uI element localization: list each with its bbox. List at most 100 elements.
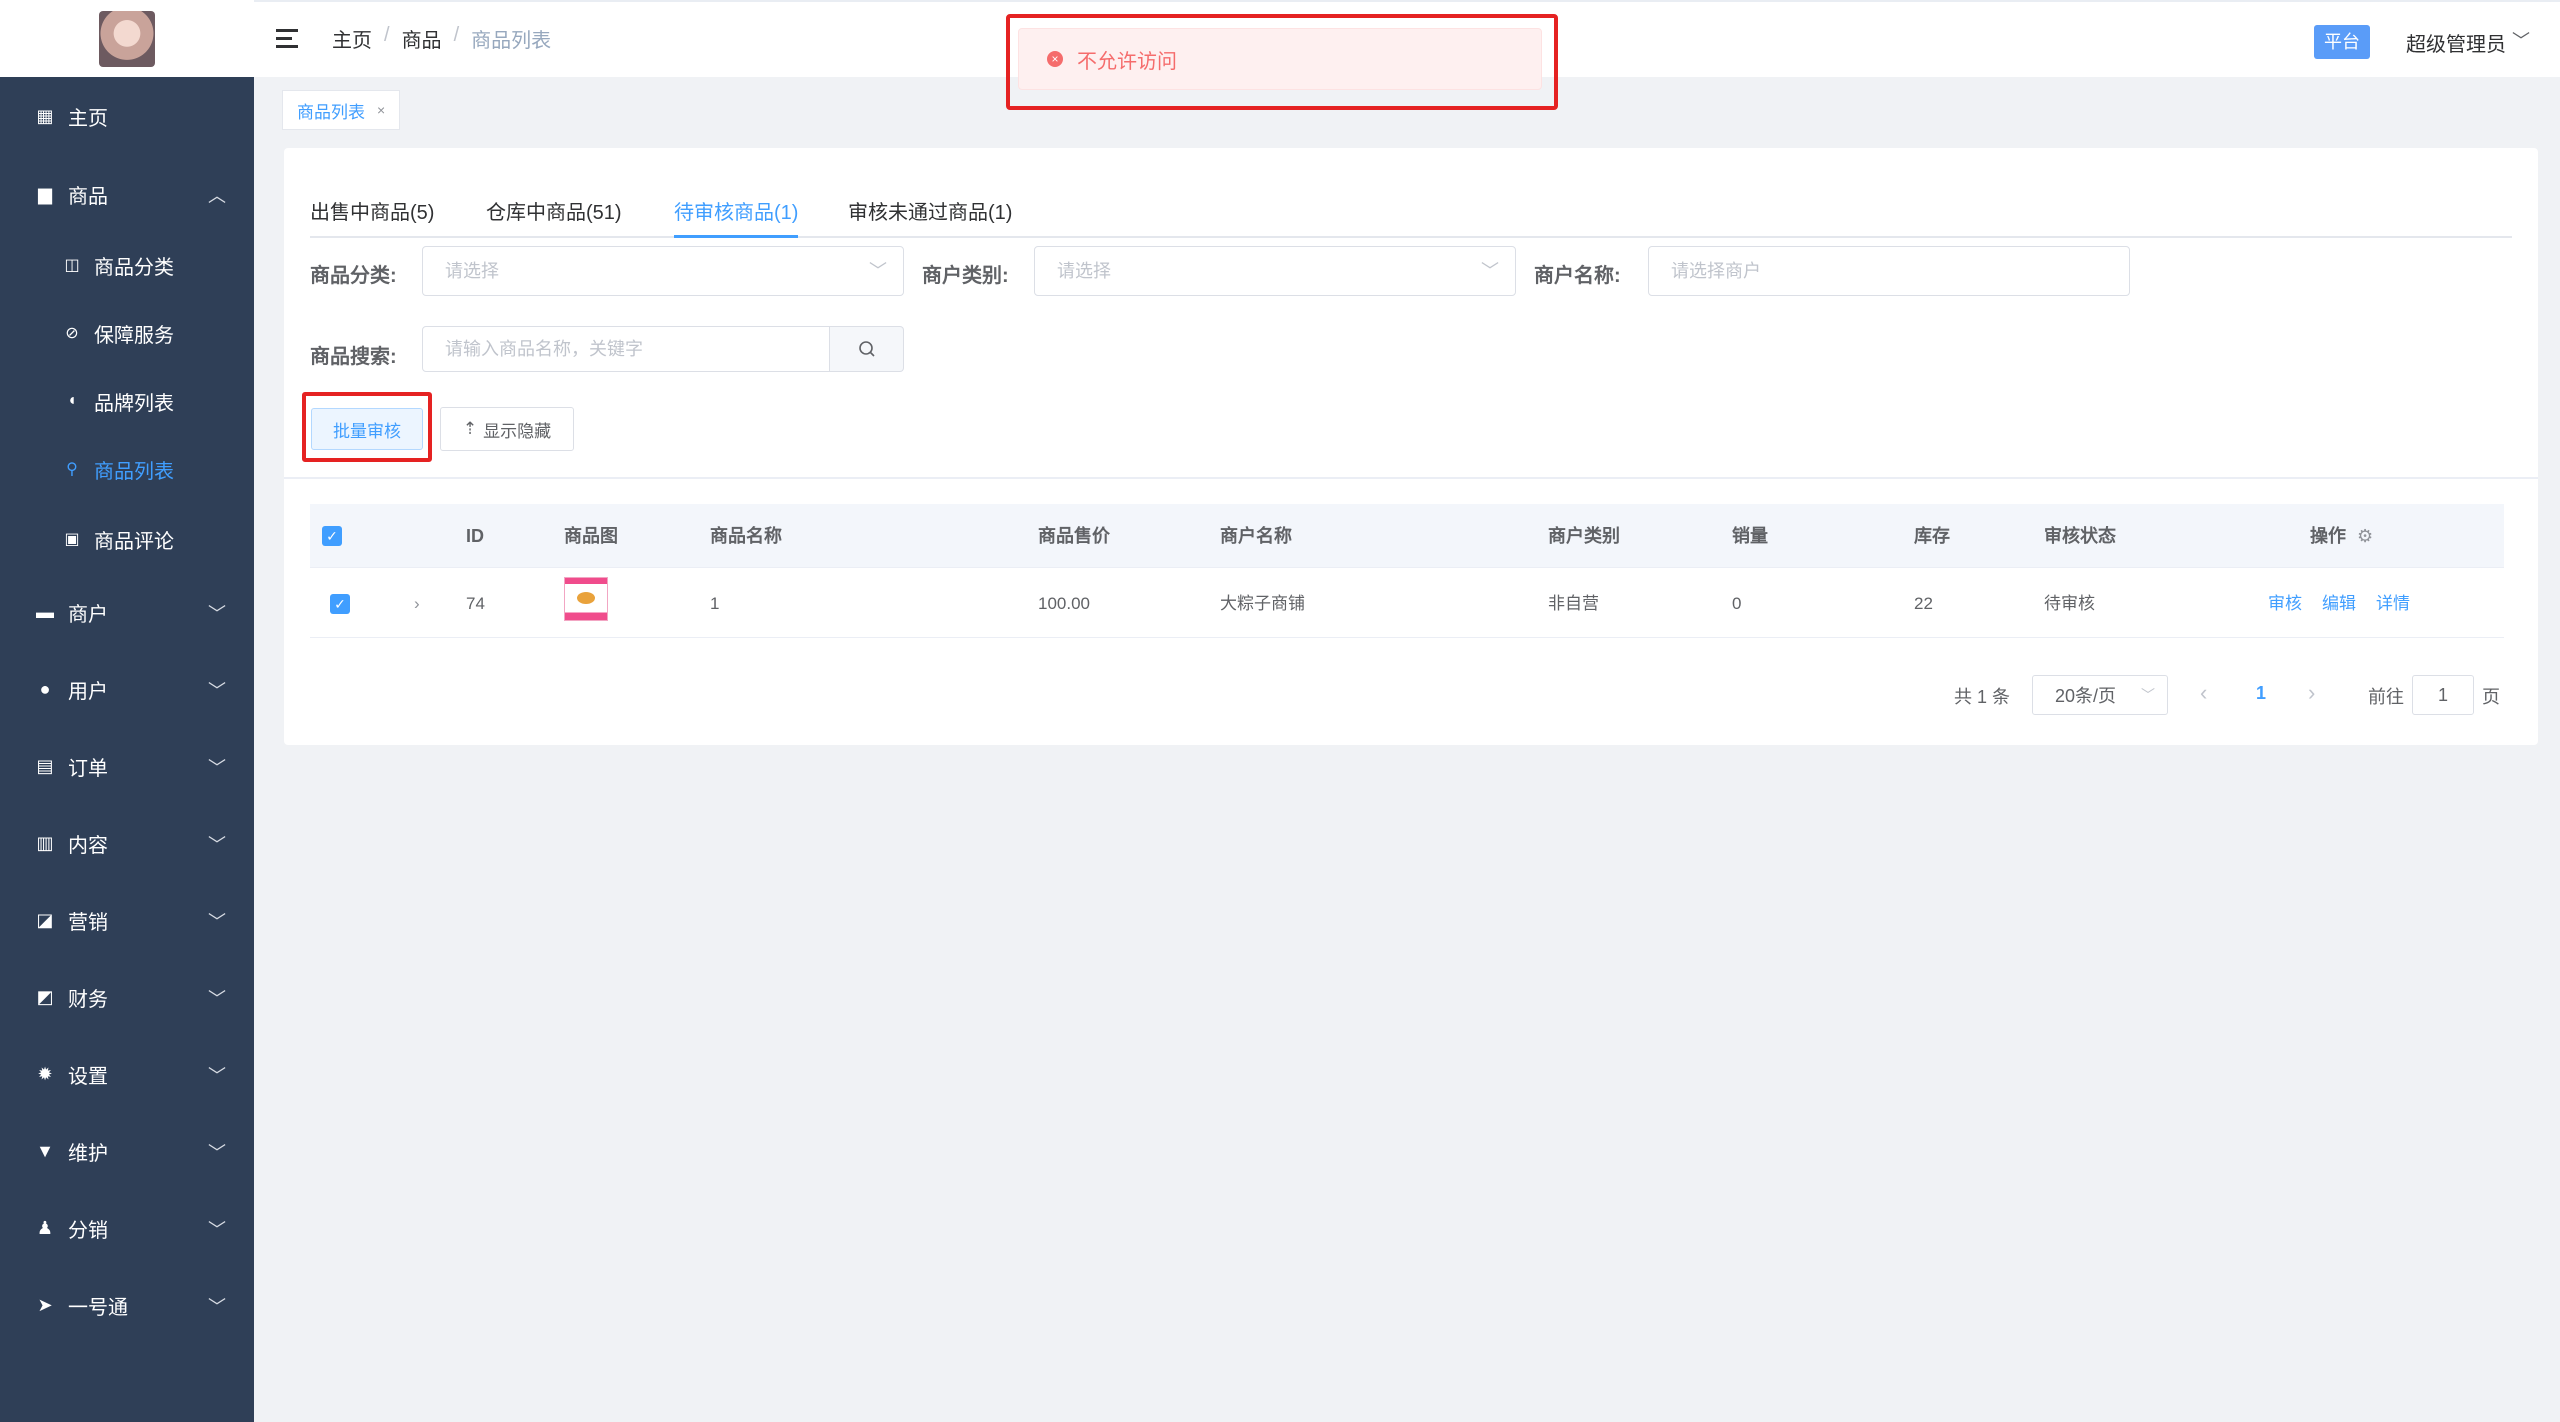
product-image[interactable] xyxy=(564,577,608,621)
search-input[interactable]: 请输入商品名称，关键字 xyxy=(422,326,830,372)
sidebar-item-user[interactable]: ● 用户 ﹀ xyxy=(0,655,254,723)
next-page-icon[interactable]: › xyxy=(2308,680,2315,706)
toggle-hidden-button[interactable]: ⇡ 显示隐藏 xyxy=(440,407,574,451)
sidebar-subitem-guarantee[interactable]: ⊘ 保障服务 xyxy=(0,300,254,366)
page-size-value: 20条/页 xyxy=(2055,686,2117,706)
chevron-down-icon: ﹀ xyxy=(869,261,887,281)
wallet-icon: ◩ xyxy=(36,986,54,1007)
column-header: ID xyxy=(466,526,484,546)
sidebar-item-merchant[interactable]: ▬ 商户 ﹀ xyxy=(0,578,254,646)
sidebar-item-yihaotong[interactable]: ➤ 一号通 ﹀ xyxy=(0,1271,254,1339)
search-icon xyxy=(858,341,875,357)
breadcrumb-product[interactable]: 商品 xyxy=(402,24,442,53)
category-select[interactable]: 请选择 ﹀ xyxy=(422,246,904,296)
sidebar-subitem-label: 商品评论 xyxy=(94,530,174,553)
tab-warehouse[interactable]: 仓库中商品(51) xyxy=(486,196,622,238)
sidebar-item-settings[interactable]: ✹ 设置 ﹀ xyxy=(0,1040,254,1108)
comment-icon: ▣ xyxy=(64,531,80,548)
search-label: 商品搜索: xyxy=(310,346,397,368)
sidebar-subitem-product-list[interactable]: ⚲ 商品列表 xyxy=(0,436,254,502)
key-icon: ⚲ xyxy=(66,461,78,478)
category-placeholder: 请选择 xyxy=(445,261,499,281)
chevron-down-icon: ﹀ xyxy=(208,1143,226,1163)
sidebar: ▦ 主页 ▆ 商品 ︿ ◫ 商品分类 ⊘ 保障服务 ◖ 品牌列表 ⚲ 商品列表 … xyxy=(0,0,254,1422)
chart-icon: ◪ xyxy=(36,909,54,930)
sidebar-item-label: 一号通 xyxy=(68,1296,128,1319)
column-header: 库存 xyxy=(1914,526,1950,546)
sidebar-item-label: 主页 xyxy=(68,107,108,130)
tab-pending-review[interactable]: 待审核商品(1) xyxy=(674,196,799,238)
detail-link[interactable]: 详情 xyxy=(2376,570,2410,638)
column-header: 商品售价 xyxy=(1038,526,1110,546)
sidebar-subitem-review[interactable]: ▣ 商品评论 xyxy=(0,506,254,572)
logo-avatar[interactable] xyxy=(99,10,155,67)
sidebar-item-product[interactable]: ▆ 商品 ︿ xyxy=(0,160,254,228)
table-header: ✓ ID 商品图 商品名称 商品售价 商户名称 商户类别 销量 库存 审核状态 … xyxy=(310,504,2504,568)
sidebar-item-label: 内容 xyxy=(68,834,108,857)
tab-rejected[interactable]: 审核未通过商品(1) xyxy=(848,196,1012,238)
pin-icon: ◖ xyxy=(67,392,77,409)
expand-icon[interactable]: › xyxy=(414,570,420,638)
sidebar-item-order[interactable]: ▤ 订单 ﹀ xyxy=(0,732,254,800)
goto-page-input[interactable]: 1 xyxy=(2412,675,2474,715)
book-icon: ▥ xyxy=(36,832,54,853)
tool-icon: ▼ xyxy=(36,1140,54,1161)
user-icon: ● xyxy=(39,678,51,699)
app-root: ▦ 主页 ▆ 商品 ︿ ◫ 商品分类 ⊘ 保障服务 ◖ 品牌列表 ⚲ 商品列表 … xyxy=(0,0,2560,1422)
chevron-down-icon: ﹀ xyxy=(208,1220,226,1240)
page-number-current[interactable]: 1 xyxy=(2256,683,2266,704)
column-header-ops: 操作 ⚙ xyxy=(2310,504,2373,568)
sidebar-item-maintenance[interactable]: ▼ 维护 ﹀ xyxy=(0,1117,254,1185)
sidebar-item-content[interactable]: ▥ 内容 ﹀ xyxy=(0,809,254,877)
sidebar-item-marketing[interactable]: ◪ 营销 ﹀ xyxy=(0,886,254,954)
sidebar-subitem-brand[interactable]: ◖ 品牌列表 xyxy=(0,368,254,434)
sidebar-item-home[interactable]: ▦ 主页 xyxy=(0,82,254,150)
sidebar-item-label: 商品 xyxy=(68,185,108,208)
goto-label: 前往 xyxy=(2368,687,2404,707)
prev-page-icon[interactable]: ‹ xyxy=(2200,680,2207,706)
sidebar-item-finance[interactable]: ◩ 财务 ﹀ xyxy=(0,963,254,1031)
search-placeholder: 请输入商品名称，关键字 xyxy=(445,339,643,359)
review-link[interactable]: 审核 xyxy=(2268,570,2302,638)
sidebar-item-label: 维护 xyxy=(68,1142,108,1165)
edit-link[interactable]: 编辑 xyxy=(2322,570,2356,638)
select-all-checkbox[interactable]: ✓ xyxy=(322,526,342,546)
column-header: 审核状态 xyxy=(2044,526,2116,546)
breadcrumb-home[interactable]: 主页 xyxy=(332,24,372,53)
divider xyxy=(284,477,2538,479)
gear-icon: ✹ xyxy=(37,1063,53,1084)
sidebar-item-label: 财务 xyxy=(68,988,108,1011)
cell-id: 74 xyxy=(466,594,485,613)
page-size-select[interactable]: 20条/页 ﹀ xyxy=(2032,675,2168,715)
toast-highlight-frame xyxy=(1006,14,1558,110)
sidebar-item-label: 分销 xyxy=(68,1219,108,1242)
merchant-name-placeholder: 请选择商户 xyxy=(1671,261,1761,281)
column-header: 商品图 xyxy=(564,526,618,546)
merchant-type-placeholder: 请选择 xyxy=(1057,261,1111,281)
merchant-name-select[interactable]: 请选择商户 xyxy=(1648,246,2130,296)
sidebar-subitem-category[interactable]: ◫ 商品分类 xyxy=(0,232,254,298)
tag-label: 商品列表 xyxy=(297,102,365,122)
paper-plane-icon: ➤ xyxy=(37,1294,53,1315)
row-checkbox[interactable]: ✓ xyxy=(330,594,350,614)
merchant-type-label: 商户类别: xyxy=(922,265,1009,287)
chevron-down-icon: ﹀ xyxy=(208,1066,226,1086)
merchant-type-select[interactable]: 请选择 ﹀ xyxy=(1034,246,1516,296)
user-menu-name[interactable]: 超级管理员 xyxy=(2406,28,2506,57)
batch-review-highlight-frame xyxy=(302,392,432,462)
settings-icon[interactable]: ⚙ xyxy=(2357,526,2373,546)
chevron-down-icon: ﹀ xyxy=(208,835,226,855)
close-icon[interactable]: × xyxy=(377,102,385,118)
role-badge: 平台 xyxy=(2314,25,2370,59)
breadcrumb: 主页 / 商品 / 商品列表 xyxy=(332,24,551,53)
search-button[interactable] xyxy=(830,326,904,372)
tab-on-sale[interactable]: 出售中商品(5) xyxy=(310,196,434,238)
tag-product-list[interactable]: 商品列表 × xyxy=(282,90,401,130)
sidebar-item-distribution[interactable]: ♟ 分销 ﹀ xyxy=(0,1194,254,1262)
sidebar-subitem-label: 保障服务 xyxy=(94,324,174,347)
logo-area xyxy=(0,0,254,77)
chevron-down-icon[interactable]: ﹀ xyxy=(2512,27,2530,53)
page-suffix: 页 xyxy=(2482,687,2500,707)
hamburger-icon[interactable] xyxy=(276,29,298,49)
sidebar-subitem-label: 商品分类 xyxy=(94,256,174,279)
